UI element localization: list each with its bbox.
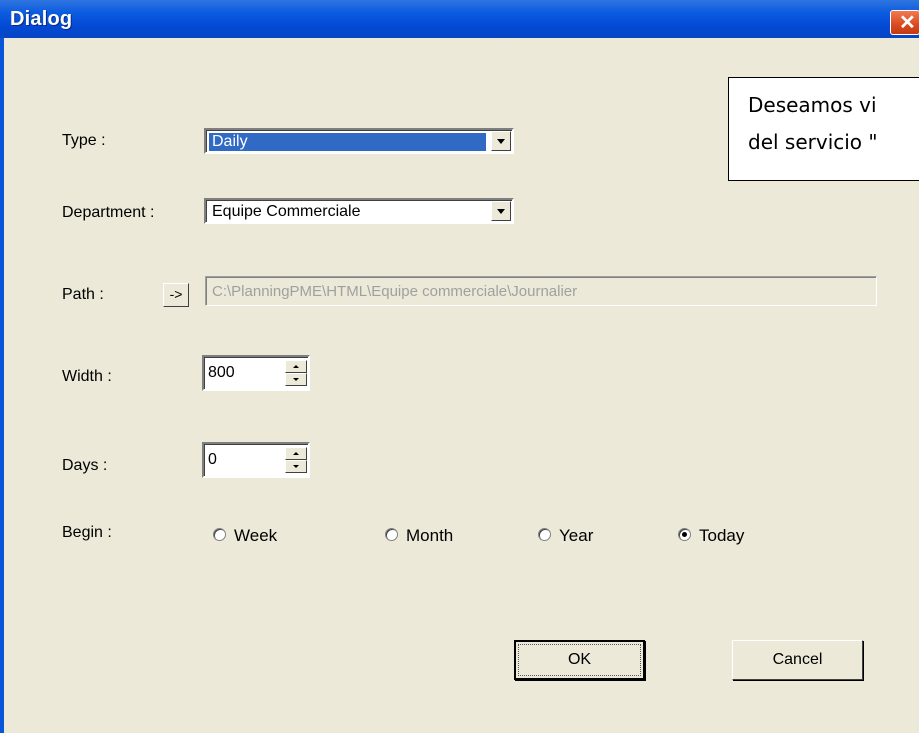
begin-label: Begin :	[62, 524, 112, 541]
chevron-down-icon[interactable]	[491, 131, 511, 151]
department-label: Department :	[62, 204, 155, 221]
radio-circle	[538, 528, 551, 541]
ok-button[interactable]: OK	[514, 640, 645, 680]
cancel-button[interactable]: Cancel	[732, 640, 863, 680]
title-bar[interactable]: Dialog	[0, 0, 919, 38]
tooltip-line-1: Deseamos vi	[748, 93, 877, 117]
path-input[interactable]: C:\PlanningPME\HTML\Equipe commerciale\J…	[205, 276, 877, 306]
width-spin-buttons	[285, 360, 307, 386]
days-decrement-button[interactable]	[285, 460, 307, 473]
dialog-window: Dialog ✕ Type : Daily Department : Equip…	[0, 0, 919, 733]
path-value: C:\PlanningPME\HTML\Equipe commerciale\J…	[212, 283, 578, 300]
radio-week-label: Week	[234, 526, 278, 545]
radio-circle	[213, 528, 226, 541]
department-value: Equipe Commerciale	[212, 203, 361, 220]
radio-year-label: Year	[559, 526, 594, 545]
radio-circle	[385, 528, 398, 541]
type-select[interactable]: Daily	[204, 128, 514, 154]
close-button[interactable]: ✕	[890, 10, 919, 35]
chevron-down-icon[interactable]	[491, 201, 511, 221]
days-increment-button[interactable]	[285, 447, 307, 460]
tooltip-box: Deseamos vi del servicio "	[728, 77, 919, 181]
days-value: 0	[208, 451, 217, 468]
days-label: Days :	[62, 457, 108, 474]
window-left-border	[0, 38, 4, 733]
width-value: 800	[208, 364, 235, 381]
tooltip-line-2: del servicio "	[748, 130, 878, 154]
close-icon: ✕	[899, 12, 916, 34]
type-value: Daily	[209, 133, 486, 151]
department-select[interactable]: Equipe Commerciale	[204, 198, 514, 224]
path-label: Path :	[62, 286, 104, 303]
width-label: Width :	[62, 368, 112, 385]
width-decrement-button[interactable]	[285, 373, 307, 386]
window-title: Dialog	[10, 8, 73, 30]
radio-circle-checked	[678, 528, 691, 541]
days-spin-buttons	[285, 447, 307, 473]
width-increment-button[interactable]	[285, 360, 307, 373]
type-label: Type :	[62, 132, 106, 149]
radio-today-label: Today	[699, 526, 745, 545]
radio-month-label: Month	[406, 526, 454, 545]
path-browse-button[interactable]: ->	[163, 283, 189, 307]
